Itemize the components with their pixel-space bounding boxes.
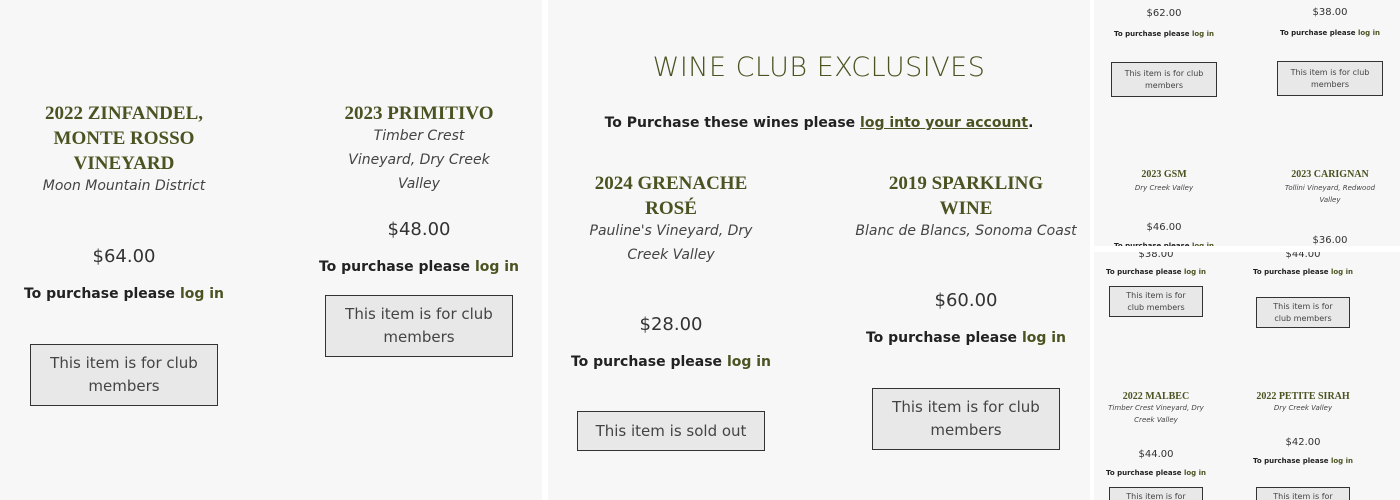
purchase-note: To purchase please log in — [1094, 242, 1234, 246]
sold-out-button[interactable]: This item is sold out — [577, 411, 765, 451]
wine-appellation: Tollini Vineyard, Redwood Valley — [1284, 184, 1376, 204]
club-members-button[interactable]: This item is for club members — [1109, 487, 1203, 500]
wine-appellation: Dry Creek Valley — [1273, 404, 1333, 412]
club-members-label: This item is for club members — [1273, 491, 1333, 500]
wine-price: $42.00 — [1285, 437, 1321, 448]
purchase-note: To purchase please log in — [1241, 457, 1365, 465]
purchase-note: To purchase please log in — [295, 259, 542, 275]
wine-card-sparkling: 2019 SPARKLING WINE Blanc de Blancs, Son… — [842, 0, 1090, 500]
wine-price: $44.00 — [1138, 449, 1174, 460]
wine-appellation: Moon Mountain District — [42, 178, 206, 194]
wine-list-panel-top-right: $62.00 To purchase please log in This it… — [1094, 0, 1400, 246]
club-members-button[interactable]: This item is for club members — [1256, 487, 1350, 500]
login-link[interactable]: log in — [475, 259, 519, 275]
club-members-label: This item is for club members — [345, 305, 493, 346]
wine-name: 2023 PRIMITIVO — [344, 103, 494, 124]
wine-appellation: Dry Creek Valley — [1134, 184, 1194, 192]
wine-club-exclusives-panel: WINE CLUB EXCLUSIVES To Purchase these w… — [548, 0, 1090, 500]
club-members-button[interactable]: This item is for club members — [30, 344, 218, 406]
login-link[interactable]: log in — [1022, 330, 1066, 346]
purchase-prefix: To purchase please — [1113, 242, 1192, 246]
wine-appellation: Timber Crest Vineyard, Dry Creek Valley — [1108, 404, 1204, 424]
wine-card-zinfandel: 2022 ZINFANDEL, MONTE ROSSO VINEYARD Moo… — [0, 0, 248, 500]
login-link[interactable]: log in — [1331, 457, 1353, 465]
purchase-note: To purchase please log in — [1094, 469, 1218, 477]
purchase-prefix: To purchase please — [865, 330, 1022, 346]
purchase-note: To purchase please log in — [0, 286, 248, 302]
sold-out-label: This item is sold out — [595, 421, 747, 440]
wine-card-petite-sirah: 2022 PETITE SIRAH Dry Creek Valley $42.0… — [1241, 252, 1365, 500]
wine-price: $36.00 — [1312, 235, 1348, 246]
wine-card-carignan: 2023 CARIGNAN Tollini Vineyard, Redwood … — [1260, 0, 1400, 246]
wine-price: $60.00 — [934, 290, 998, 311]
purchase-prefix: To purchase please — [23, 286, 180, 302]
wine-price: $48.00 — [387, 219, 451, 240]
wine-appellation: Timber Crest Vineyard, Dry Creek Valley — [348, 128, 490, 192]
purchase-note: To purchase please log in — [548, 354, 794, 370]
wine-appellation: Blanc de Blancs, Sonoma Coast — [855, 223, 1077, 239]
purchase-note: To purchase please log in — [842, 330, 1090, 346]
wine-name: 2019 SPARKLING WINE — [888, 173, 1044, 219]
login-link[interactable]: log in — [180, 286, 224, 302]
wine-list-panel-bottom-right: $38.00 To purchase please log in This it… — [1094, 252, 1400, 500]
club-members-label: This item is for club members — [892, 398, 1040, 439]
purchase-prefix: To purchase please — [1252, 457, 1331, 465]
wine-appellation: Pauline's Vineyard, Dry Creek Valley — [589, 223, 753, 263]
wine-card-gsm: 2023 GSM Dry Creek Valley $46.00 To purc… — [1094, 0, 1234, 246]
wine-list-panel-left: 2022 ZINFANDEL, MONTE ROSSO VINEYARD Moo… — [0, 0, 542, 500]
login-link[interactable]: log in — [727, 354, 771, 370]
wine-card-grenache-rose: 2024 GRENACHE ROSÉ Pauline's Vineyard, D… — [548, 0, 794, 500]
club-members-button[interactable]: This item is for club members — [325, 295, 513, 357]
login-link[interactable]: log in — [1184, 469, 1206, 477]
wine-card-primitivo: 2023 PRIMITIVO Timber Crest Vineyard, Dr… — [295, 0, 542, 500]
purchase-prefix: To purchase please — [570, 354, 727, 370]
login-link[interactable]: log in — [1192, 242, 1214, 246]
purchase-prefix: To purchase please — [318, 259, 475, 275]
wine-price: $64.00 — [92, 246, 156, 267]
wine-name: 2023 GSM — [1141, 169, 1187, 180]
wine-card-malbec: 2022 MALBEC Timber Crest Vineyard, Dry C… — [1094, 252, 1218, 500]
club-members-button[interactable]: This item is for club members — [872, 388, 1060, 450]
wine-price: $46.00 — [1146, 222, 1182, 233]
wine-name: 2022 ZINFANDEL, MONTE ROSSO VINEYARD — [45, 103, 203, 174]
wine-name: 2023 CARIGNAN — [1291, 169, 1369, 180]
wine-name: 2024 GRENACHE ROSÉ — [594, 173, 748, 219]
club-members-label: This item is for club members — [1126, 491, 1186, 500]
purchase-prefix: To purchase please — [1105, 469, 1184, 477]
club-members-label: This item is for club members — [50, 354, 198, 395]
wine-price: $28.00 — [639, 314, 703, 335]
